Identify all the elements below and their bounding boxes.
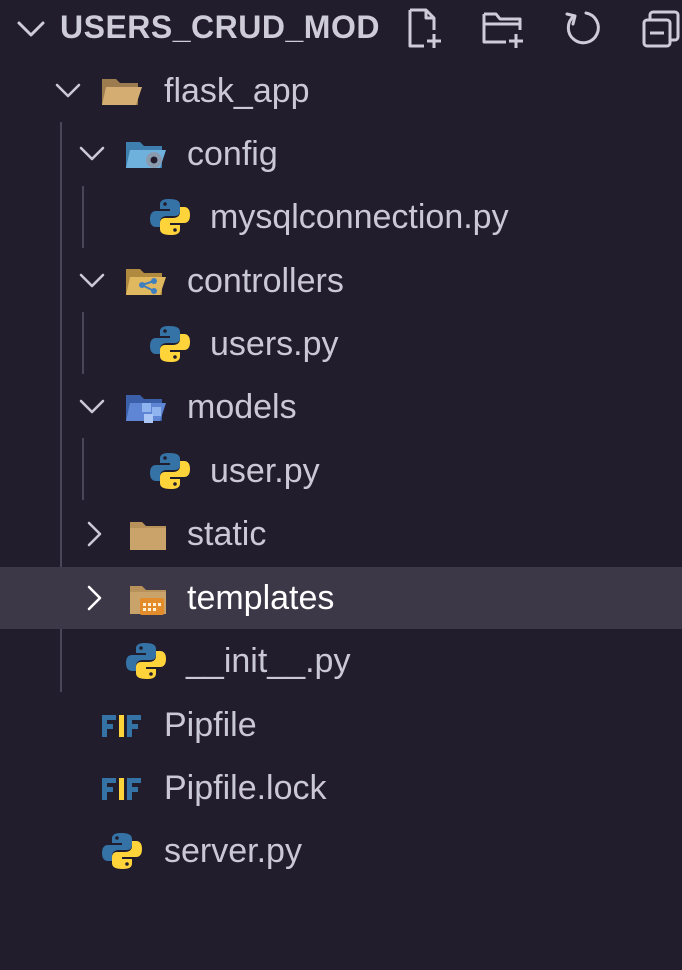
pipfile-icon [100, 705, 144, 745]
folder-templates-icon [126, 578, 170, 618]
tree-item-user-py[interactable]: user.py [0, 440, 682, 502]
tree-item-flask-app[interactable]: flask_app [0, 60, 682, 122]
chevron-down-icon[interactable] [78, 393, 106, 421]
folder-open-icon [100, 71, 144, 111]
tree-item-label: models [187, 388, 297, 426]
tree-item-label: Pipfile [164, 706, 257, 744]
chevron-down-icon[interactable] [16, 14, 46, 49]
chevron-right-icon[interactable] [80, 584, 108, 612]
tree-item-init-py[interactable]: __init__.py [0, 630, 682, 692]
tree-item-label: config [187, 135, 278, 173]
python-file-icon [148, 451, 192, 491]
tree-item-label: controllers [187, 262, 344, 300]
tree-item-label: Pipfile.lock [164, 769, 327, 807]
folder-models-icon [124, 387, 168, 427]
chevron-down-icon[interactable] [78, 140, 106, 168]
python-file-icon [148, 197, 192, 237]
tree-item-label: __init__.py [186, 642, 351, 680]
python-file-icon [100, 831, 144, 871]
tree-item-label: server.py [164, 832, 302, 870]
tree-item-label: templates [187, 579, 335, 617]
chevron-right-icon[interactable] [80, 520, 108, 548]
new-file-icon[interactable] [400, 4, 448, 52]
tree-item-users-py[interactable]: users.py [0, 313, 682, 375]
chevron-down-icon[interactable] [78, 267, 106, 295]
folder-controllers-icon [124, 261, 168, 301]
tree-item-server-py[interactable]: server.py [0, 820, 682, 882]
tree-item-static[interactable]: static [0, 503, 682, 565]
collapse-all-icon[interactable] [638, 4, 682, 52]
explorer-header[interactable]: USERS_CRUD_MOD [0, 0, 682, 56]
refresh-icon[interactable] [560, 4, 608, 52]
pipfile-icon [100, 768, 144, 808]
python-file-icon [148, 324, 192, 364]
tree-item-pipfile[interactable]: Pipfile [0, 694, 682, 756]
file-explorer: USERS_CRUD_MOD flask_app config mysqlcon… [0, 0, 682, 970]
python-file-icon [124, 641, 168, 681]
tree-item-models[interactable]: models [0, 376, 682, 438]
tree-item-templates[interactable]: templates [0, 567, 682, 629]
explorer-title: USERS_CRUD_MOD [60, 9, 380, 45]
tree-item-mysqlconnection[interactable]: mysqlconnection.py [0, 186, 682, 248]
new-folder-icon[interactable] [480, 4, 528, 52]
tree-item-controllers[interactable]: controllers [0, 250, 682, 312]
tree-item-label: users.py [210, 325, 339, 363]
tree-item-config[interactable]: config [0, 123, 682, 185]
folder-config-icon [124, 134, 168, 174]
tree-item-label: static [187, 515, 267, 553]
tree-item-label: mysqlconnection.py [210, 198, 509, 236]
chevron-down-icon[interactable] [54, 77, 82, 105]
tree-item-label: user.py [210, 452, 320, 490]
tree-item-label: flask_app [164, 72, 310, 110]
tree-item-pipfile-lock[interactable]: Pipfile.lock [0, 757, 682, 819]
folder-icon [126, 514, 170, 554]
